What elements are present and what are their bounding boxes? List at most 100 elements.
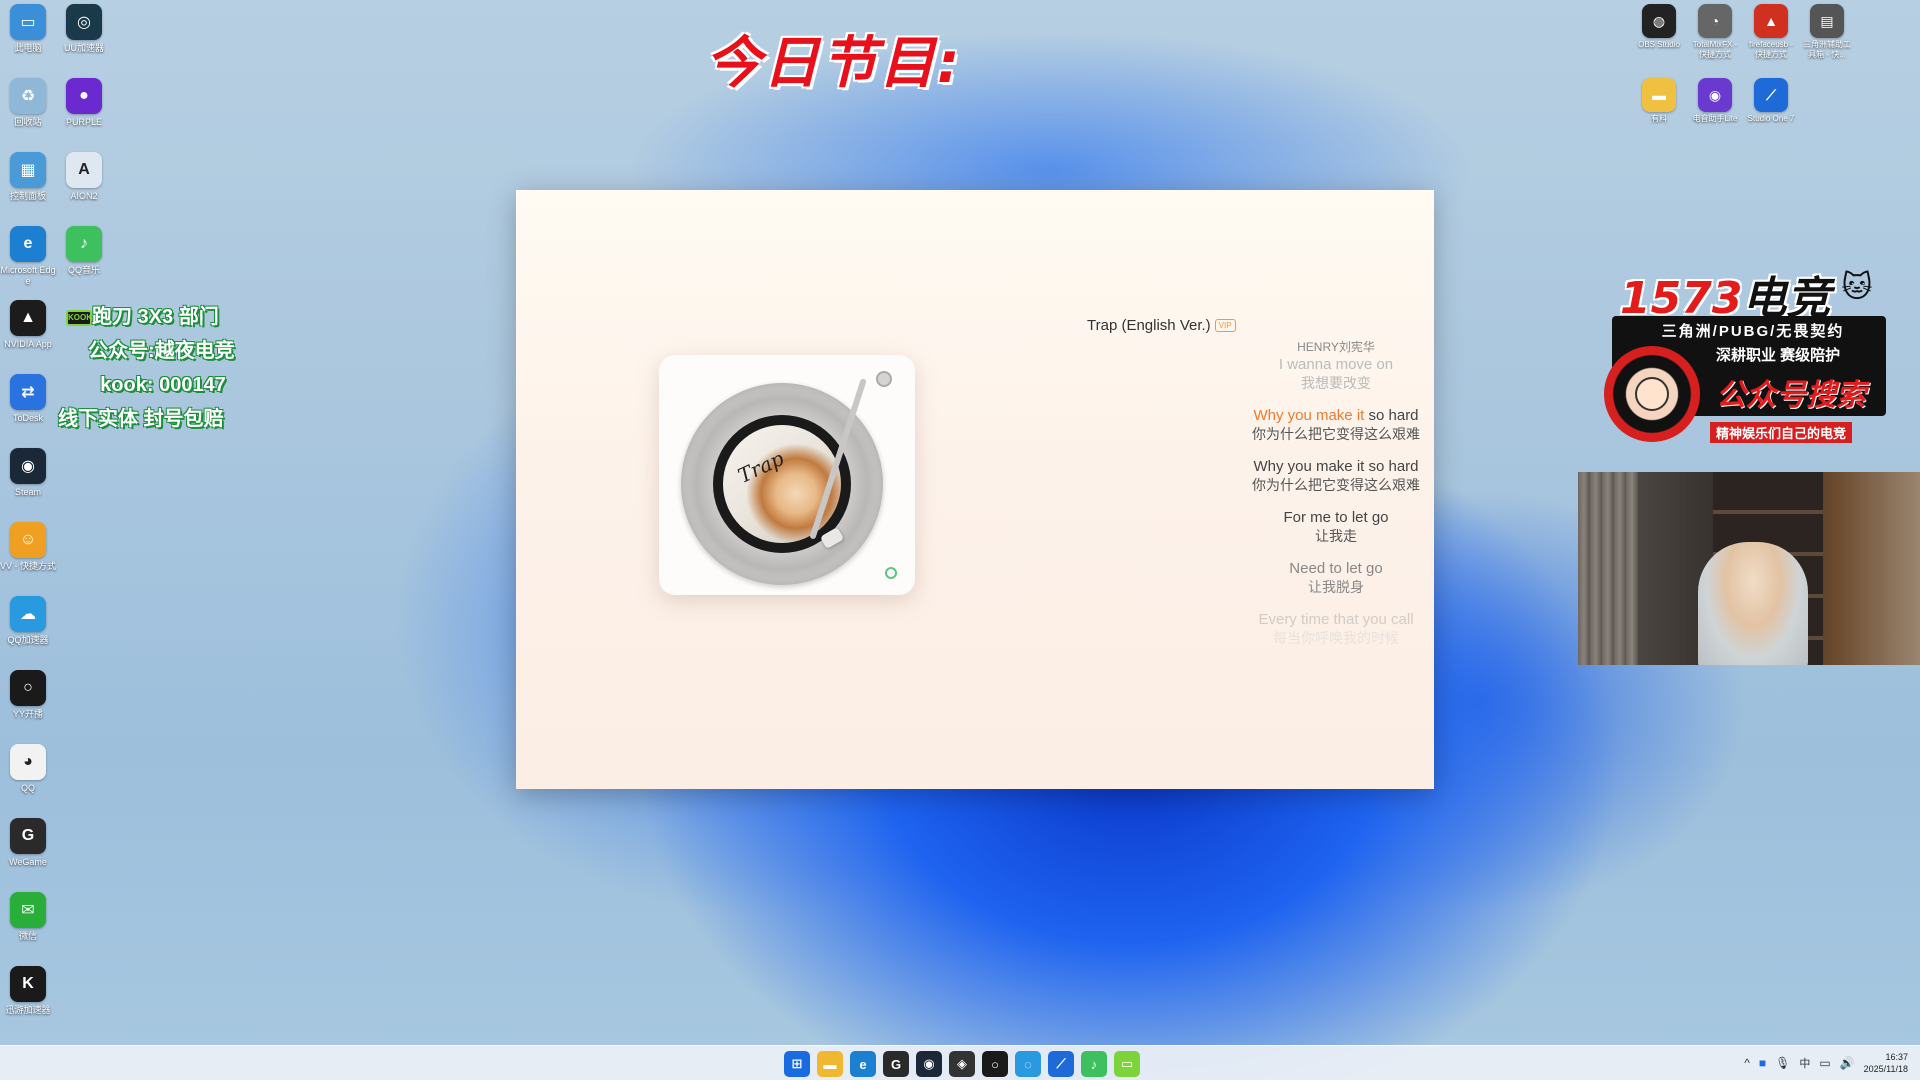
desktop-icon[interactable]: ▲ NVIDIA App — [0, 300, 56, 350]
desktop-icon[interactable]: ◍ OBS Studio — [1632, 4, 1686, 50]
desktop-icon-label: 控制面板 — [9, 191, 46, 201]
desktop-icon[interactable]: ◉ Steam — [0, 448, 56, 498]
desktop-icon-label: 回收站 — [14, 117, 42, 127]
esports-ad-overlay: 1573电竞 🐱 三角洲/PUBG/无畏契约 深耕职业 赛级陪护 公众号搜索 精… — [1604, 262, 1886, 444]
desktop-icon[interactable]: K 迅游加速器 — [0, 966, 56, 1016]
qq-music-icon[interactable]: ♪ — [1081, 1051, 1107, 1077]
edge-icon[interactable]: e — [850, 1051, 876, 1077]
desktop-icon[interactable]: ⇄ ToDesk — [0, 374, 56, 424]
qq-music-icon: ♪ — [66, 226, 102, 262]
promo-line: 公众号:越夜电竞 — [88, 340, 235, 362]
wegame-icon[interactable]: G — [883, 1051, 909, 1077]
desktop-icon[interactable]: ☁ QQ加速器 — [0, 596, 56, 646]
desktop-icon[interactable]: ♻ 回收站 — [0, 78, 56, 128]
program-banner: 今日节目: — [705, 31, 962, 96]
edge-icon: e — [10, 226, 46, 262]
desktop-icon[interactable]: ▬ 有料 — [1632, 78, 1686, 124]
xunyou-icon: K — [10, 966, 46, 1002]
monitor-icon: ▭ — [10, 4, 46, 40]
studio-one-icon: ⟋ — [1754, 78, 1788, 112]
ad-slogan: 精神娱乐们自己的电竞 — [1710, 422, 1853, 443]
desktop-icon[interactable]: ✉ 微信 — [0, 892, 56, 942]
lyric-line: Need to let go 让我脱身 — [1289, 560, 1383, 595]
desktop-icon-label: QQ加速器 — [7, 635, 49, 645]
lyrics-panel: I wanna move on 我想要改变 Why you make it so… — [1186, 355, 1486, 661]
network-icon[interactable]: ▭ — [1819, 1056, 1830, 1070]
steam-icon[interactable]: ◉ — [916, 1051, 942, 1077]
search-icon[interactable] — [885, 567, 897, 579]
yy-icon[interactable]: ○ — [982, 1051, 1008, 1077]
ad-tagline: 深耕职业 赛级陪护 — [1716, 347, 1841, 364]
input-language[interactable]: 中 — [1799, 1055, 1810, 1071]
album-script: Trap — [734, 446, 788, 488]
desktop-icon[interactable]: ⟋ Studio One 7 — [1744, 78, 1798, 124]
qq-accel-icon: ☁ — [10, 596, 46, 632]
desktop-icon-label: ToDesk — [12, 413, 43, 423]
desktop-icon-label: firefaceusb - 快捷方式 — [1748, 40, 1794, 59]
kook-icon[interactable]: ▭ — [1114, 1051, 1140, 1077]
vip-badge: VIP — [1214, 319, 1236, 332]
start-icon[interactable]: ⊞ — [784, 1051, 810, 1077]
lyric-line: For me to let go 让我走 — [1283, 509, 1389, 544]
taskbar-apps: ⊞ ▬ e G ◉ ◈ ○ ◌ ⟋ ♪ ▭ — [784, 1051, 1140, 1077]
desktop-icon-label: 三角洲辅助工具箱 - 快... — [1803, 40, 1851, 59]
qq-icon: ◕ — [10, 744, 46, 780]
file-explorer-icon[interactable]: ▬ — [817, 1051, 843, 1077]
turntable-card[interactable]: Trap — [659, 355, 915, 595]
promo-line: kook: 000147 — [100, 374, 226, 396]
webcam-feed — [1578, 472, 1920, 665]
microphone-icon[interactable]: 🎙 — [1775, 1056, 1790, 1070]
shield-icon[interactable]: ■ — [1759, 1056, 1766, 1070]
tonearm-pivot — [876, 371, 892, 387]
todesk-icon: ⇄ — [10, 374, 46, 410]
totalmix-icon: ◔ — [1698, 4, 1732, 38]
desktop-icon-label: 迅游加速器 — [5, 1005, 51, 1015]
desktop-icon-label: VV - 快捷方式 — [0, 561, 57, 571]
desktop-icon-label: QQ — [20, 783, 35, 793]
desktop-icon-label: 微信 — [18, 931, 37, 941]
system-tray: ^ ■ 🎙 中 ▭ 🔊 16:37 2025/11/18 — [1744, 1051, 1908, 1075]
desktop-icon[interactable]: ◎ UU加速器 — [56, 4, 112, 54]
control-panel-icon: ▦ — [10, 152, 46, 188]
desktop-icon[interactable]: ♪ QQ音乐 — [56, 226, 112, 276]
folder-icon: ▬ — [1642, 78, 1676, 112]
netease-icon[interactable]: ◈ — [949, 1051, 975, 1077]
desktop-icon[interactable]: A AION2 — [56, 152, 112, 202]
desktop-icon-label: YY开播 — [12, 709, 43, 719]
song-title: Trap (English Ver.) VIP — [1087, 317, 1236, 334]
desktop-icon[interactable]: e Microsoft Edge — [0, 226, 56, 287]
ad-search-line: 公众号搜索 — [1716, 379, 1866, 412]
desktop-icon[interactable]: G WeGame — [0, 818, 56, 868]
desktop-icon[interactable]: ◕ QQ — [0, 744, 56, 794]
studio-one-icon[interactable]: ⟋ — [1048, 1051, 1074, 1077]
audio-assistant-icon: ◉ — [1698, 78, 1732, 112]
desktop-icon-label: PURPLE — [65, 117, 102, 127]
desktop-icon[interactable]: ● PURPLE — [56, 78, 112, 128]
desktop-icon-label: QQ音乐 — [67, 265, 100, 275]
promo-line: 线下实体 封号包赔 — [58, 408, 224, 430]
clock[interactable]: 16:37 2025/11/18 — [1864, 1051, 1908, 1075]
desktop-icon[interactable]: ▭ 此电脑 — [0, 4, 56, 54]
lyric-line: Every time that you call 每当你呼唤我的时候 — [1258, 611, 1414, 646]
obs-icon: ◍ — [1642, 4, 1676, 38]
qq-accel-icon[interactable]: ◌ — [1015, 1051, 1041, 1077]
desktop-icon-label: Steam — [14, 487, 41, 497]
music-player-window[interactable]: Trap Trap (English Ver.) VIP HENRY刘宪华 I w… — [516, 190, 1434, 789]
desktop-icon[interactable]: ☺ VV - 快捷方式 — [0, 522, 56, 572]
recycle-bin-icon: ♻ — [10, 78, 46, 114]
desktop-icon-label: 有料 — [1651, 114, 1667, 123]
lyric-line-active: Why you make it so hard 你为什么把它变得这么艰难 — [1252, 407, 1420, 442]
desktop-icon[interactable]: ◉ 电音助手Lite — [1688, 78, 1742, 124]
chevron-up-icon[interactable]: ^ — [1744, 1056, 1750, 1070]
desktop-icon[interactable]: ○ YY开播 — [0, 670, 56, 720]
desktop-icon-label: 电音助手Lite — [1692, 114, 1738, 123]
desktop-icon[interactable]: ▤ 三角洲辅助工具箱 - 快... — [1800, 4, 1854, 60]
desktop-icon[interactable]: ▲ firefaceusb - 快捷方式 — [1744, 4, 1798, 60]
lyric-line: Why you make it so hard 你为什么把它变得这么艰难 — [1252, 458, 1420, 493]
volume-icon[interactable]: 🔊 — [1840, 1056, 1855, 1070]
taskbar: ⊞ ▬ e G ◉ ◈ ○ ◌ ⟋ ♪ ▭ ^ ■ 🎙 中 ▭ 🔊 16:37 2025/11/18 — [0, 1045, 1920, 1080]
fireface-icon: ▲ — [1754, 4, 1788, 38]
promo-line: 跑刀 3X3 部门 — [92, 306, 219, 328]
desktop-icon[interactable]: ◔ TotalMixFX - 快捷方式 — [1688, 4, 1742, 60]
desktop-icon[interactable]: ▦ 控制面板 — [0, 152, 56, 202]
